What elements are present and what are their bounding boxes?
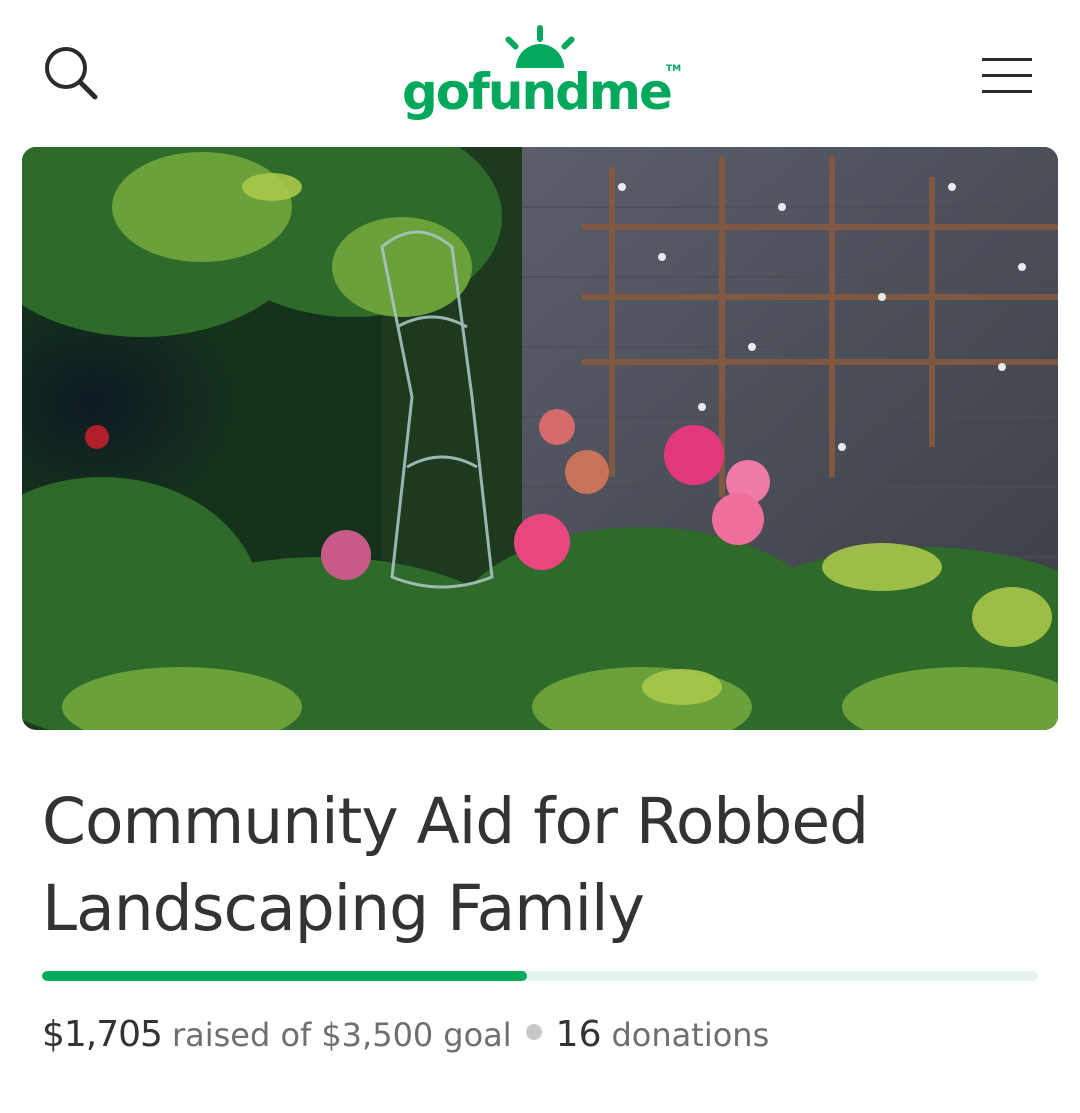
- campaign-stats: $1,705 raised of $3,500 goal 16 donation…: [42, 1014, 769, 1064]
- donations-count: 16: [555, 1014, 602, 1055]
- search-button[interactable]: [40, 42, 104, 106]
- donation-progress-bar: [42, 971, 1038, 981]
- goal-label: goal: [443, 1016, 512, 1054]
- menu-button[interactable]: [976, 50, 1038, 100]
- hamburger-menu-icon: [982, 58, 1032, 93]
- raised-amount: $1,705: [42, 1014, 163, 1055]
- raised-label: raised of: [171, 1016, 312, 1054]
- campaign-title: Community Aid for Robbed Landscaping Fam…: [42, 785, 869, 945]
- separator-dot: [525, 1024, 542, 1040]
- gofundme-logo[interactable]: gofundme TM: [400, 22, 690, 128]
- header: gofundme TM: [0, 0, 1080, 140]
- donation-progress-fill: [42, 971, 528, 981]
- logo-trademark: TM: [666, 64, 682, 74]
- donations-label: donations: [611, 1016, 770, 1054]
- search-icon: [45, 47, 98, 100]
- logo-text: gofundme: [402, 63, 673, 121]
- goal-amount: $3,500: [321, 1016, 434, 1054]
- garden-photo: [22, 147, 1058, 730]
- campaign-hero-image[interactable]: [22, 147, 1058, 730]
